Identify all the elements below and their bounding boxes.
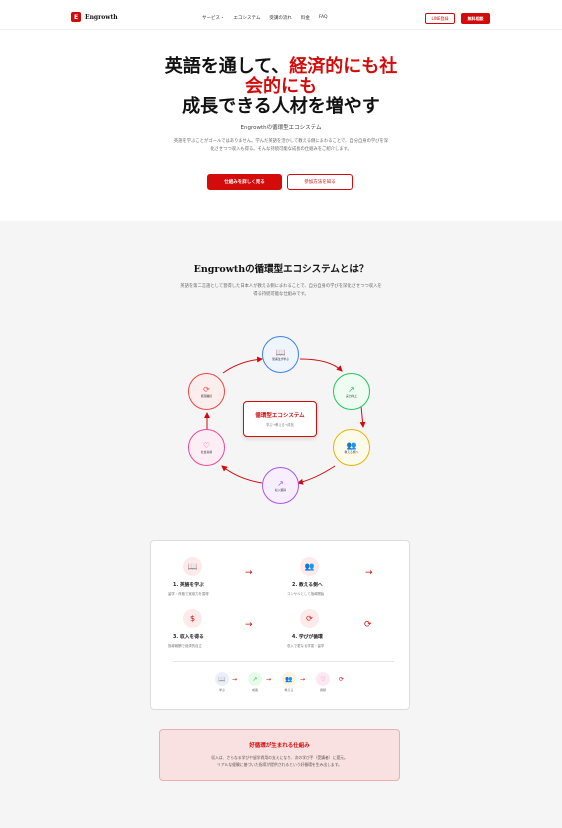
step-1-title: 1. 英語を学ぶ <box>173 583 204 588</box>
step-1-desc: 留学・資格で実用力を習得 <box>168 592 209 596</box>
center-subtitle: 学ぶ→教える→成長 <box>266 423 294 427</box>
arrow-right-icon: → <box>245 620 253 630</box>
virtuous-cycle-box: 好循環が生まれる仕組み 収入は、さらなる学びや留学費用の支えになり、次の学び手（… <box>159 729 400 781</box>
dollar-icon: $ <box>183 609 202 628</box>
hero-title-line2: 会的にも <box>245 76 317 97</box>
arrow-2 <box>359 405 366 428</box>
ecosystem-title: Engrowthの循環型エコシステムとは？ <box>193 264 369 275</box>
book-icon: 📖 <box>215 672 229 686</box>
arrow-1 <box>299 358 343 372</box>
arrow-6 <box>222 356 263 374</box>
heart-icon: ♡ <box>316 672 330 686</box>
book-icon: 📖 <box>183 557 202 576</box>
brand-logo[interactable]: E Engrowth <box>71 12 118 22</box>
hero-description: 英語を学ぶことがゴールではありません。学んだ英語を活かして教える側にまわることで… <box>173 139 389 152</box>
book-icon: 📖 <box>275 348 286 357</box>
divider <box>173 661 394 662</box>
nav-link-faq[interactable]: FAQ <box>319 15 328 21</box>
node-improve: ↗ 実力向上 <box>333 373 370 410</box>
hero-title-line3: 成長できる人材を増やす <box>182 96 380 117</box>
top-navbar: E Engrowth サービス・ エコシステム 受講の流れ 料金 FAQ LIN… <box>0 0 562 30</box>
loop-desc-line2: リアルな経験に基づいた指導が提供されるという好循環を生み出します。 <box>217 762 342 767</box>
steps-card: 📖 1. 英語を学ぶ 留学・資格で実用力を習得 → 👥 2. 教える側へ コンサ… <box>150 540 410 710</box>
users-icon: 👥 <box>282 672 296 686</box>
node-contribute: ♡ 社会貢献 <box>188 429 225 466</box>
arrow-right-icon: → <box>300 676 306 683</box>
trend-icon: ↗ <box>277 479 284 488</box>
cycle-icon: ⟳ <box>203 385 210 394</box>
brand-name: Engrowth <box>85 13 118 21</box>
arrow-right-icon: → <box>232 676 238 683</box>
step-2-desc: コンサルとして指導開始 <box>287 592 325 596</box>
learn-more-button[interactable]: 仕組みを詳しく見る <box>207 174 282 190</box>
arrow-right-icon: → <box>266 676 272 683</box>
arrow-right-icon: → <box>245 568 253 578</box>
nav-link-pricing[interactable]: 料金 <box>301 15 310 21</box>
step-4-desc: 収入で更なる学習・留学 <box>287 644 325 648</box>
center-title: 循環型エコシステム <box>255 413 305 419</box>
nav-link-service[interactable]: サービス・ <box>202 15 225 21</box>
arrow-3 <box>297 465 336 485</box>
node-learn: 📖 受講生が学ぶ <box>262 336 299 373</box>
node-income: ↗ 収入獲得 <box>262 467 299 504</box>
users-icon: 👥 <box>300 557 319 576</box>
nav-link-flow[interactable]: 受講の流れ <box>269 15 292 21</box>
arrow-right-icon: → <box>365 568 373 578</box>
mini-label-learn: 学ぶ <box>218 688 225 692</box>
arrow-4 <box>221 465 263 484</box>
heart-icon: ♡ <box>202 441 211 450</box>
cycle-icon: ⟳ <box>364 620 372 630</box>
logo-mark: E <box>71 12 81 22</box>
hero-title-line1: 英語を通して、経済的にも社 <box>164 56 398 77</box>
center-card: 循環型エコシステム 学ぶ→教える→成長 <box>243 401 317 437</box>
free-consult-button[interactable]: 無料相談 <box>461 13 490 24</box>
step-2-title: 2. 教える側へ <box>292 583 323 588</box>
nav-links: サービス・ エコシステム 受講の流れ 料金 FAQ <box>202 15 328 21</box>
node-cycle: ⟳ 循環継続 <box>188 373 225 410</box>
node-teach: 👥 教える側へ <box>333 429 370 466</box>
users-icon: 👥 <box>346 441 357 450</box>
mini-label-teach: 教える <box>284 688 294 692</box>
step-3-desc: 指導報酬で経済的自立 <box>168 644 202 648</box>
step-4-title: 4. 学びが循環 <box>292 635 323 640</box>
loop-title: 好循環が生まれる仕組み <box>249 743 310 749</box>
hero-subtitle: Engrowthの循環型エコシステム <box>240 125 322 131</box>
ecosystem-section: Engrowthの循環型エコシステムとは？ 英語を第二言語として習得した日本人が… <box>0 221 562 828</box>
nav-link-ecosystem[interactable]: エコシステム <box>234 15 261 21</box>
hero-section: 英語を通して、経済的にも社 会的にも 成長できる人材を増やす Engrowthの… <box>0 30 562 221</box>
trend-icon: ↗ <box>348 385 355 394</box>
trend-icon: ↗ <box>248 672 262 686</box>
mini-label-contribute: 貢献 <box>319 688 326 692</box>
cycle-icon: ⟳ <box>300 609 319 628</box>
cycle-diagram: 📖 受講生が学ぶ ↗ 実力向上 👥 教える側へ ↗ 収入獲得 ♡ 社会貢献 ⟳ 循環継続 循… <box>180 331 380 506</box>
how-to-join-button[interactable]: 参加方法を知る <box>287 174 353 190</box>
step-3-title: 3. 収入を得る <box>173 635 204 640</box>
mini-label-grow: 成長 <box>251 688 258 692</box>
ecosystem-description: 英語を第二言語として習得した日本人が教える側にまわることで、自分自身の学びを深化… <box>180 284 382 297</box>
loop-desc-line1: 収入は、さらなる学びや留学費用の支えになり、次の学び手（受講者）に還元。 <box>211 755 348 760</box>
cycle-icon: ⟳ <box>339 676 345 683</box>
line-register-button[interactable]: LINE登録 <box>425 13 455 24</box>
